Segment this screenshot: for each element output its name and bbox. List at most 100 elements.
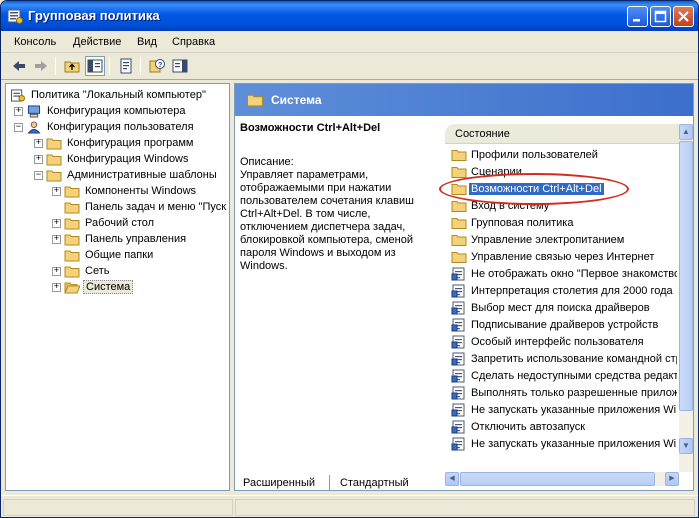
expand-icon[interactable]: + — [52, 234, 61, 244]
list-item[interactable]: Выполнять только разрешенные прилож — [451, 384, 677, 401]
user-icon — [27, 120, 41, 134]
list-item-label: Групповая политика — [471, 216, 574, 229]
list-item[interactable]: Не запускать указанные приложения Wi — [451, 435, 677, 452]
menu-console[interactable]: Консоль — [14, 36, 56, 48]
tree-item-control-panel[interactable]: + Панель управления — [52, 231, 188, 247]
tree-item-label: Конфигурация программ — [67, 137, 194, 149]
view-tabs: Расширенный Стандартный — [234, 475, 694, 493]
list-item[interactable]: Особый интерфейс пользователя — [451, 333, 677, 350]
folder-up-icon — [64, 61, 80, 73]
list-item-label: Особый интерфейс пользователя — [471, 335, 644, 348]
list-item[interactable]: Сделать недоступными средства редакт — [451, 367, 677, 384]
list-item[interactable]: Не запускать указанные приложения Wi — [451, 401, 677, 418]
tree-item-desktop[interactable]: + Рабочий стол — [52, 215, 156, 231]
list-item[interactable]: Выбор мест для поиска драйверов — [451, 299, 677, 316]
tree-item-windows-settings[interactable]: + Конфигурация Windows — [34, 151, 191, 167]
forward-button[interactable] — [31, 56, 51, 76]
svg-text:?: ? — [158, 62, 162, 69]
folder-icon — [451, 251, 467, 263]
close-icon — [678, 11, 689, 22]
tab-standard-label: Стандартный — [340, 477, 409, 489]
expand-icon[interactable]: + — [52, 186, 61, 196]
tree-item-taskbar-start[interactable]: Панель задач и меню "Пуск — [64, 199, 228, 215]
tree-item-software-settings[interactable]: + Конфигурация программ — [34, 135, 195, 151]
expand-icon[interactable]: + — [34, 154, 43, 164]
setting-icon — [451, 386, 465, 399]
expand-icon[interactable]: + — [52, 218, 61, 228]
tree-pane[interactable]: Политика "Локальный компьютер" + Конфигу… — [5, 83, 230, 491]
export-list-icon — [120, 58, 132, 74]
tree-item-shared-folders[interactable]: Общие папки — [64, 247, 155, 263]
folder-open-icon — [64, 282, 80, 293]
tree-item-label: Общие папки — [85, 249, 154, 261]
tree-item-system[interactable]: + Система — [52, 279, 134, 295]
up-level-button[interactable] — [62, 56, 82, 76]
list-item[interactable]: Вход в систему — [451, 197, 677, 214]
help-button[interactable]: ? — [147, 56, 167, 76]
tree-item-local-policy[interactable]: Политика "Локальный компьютер" — [10, 87, 208, 103]
arrow-right-icon — [35, 61, 47, 71]
list-item[interactable]: Групповая политика — [451, 214, 677, 231]
list-item-label: Не отображать окно "Первое знакомство — [471, 267, 677, 280]
scroll-thumb[interactable] — [679, 141, 693, 411]
list-item[interactable]: Сценарии — [451, 163, 677, 180]
menu-view[interactable]: Вид — [137, 36, 157, 48]
setting-icon — [451, 437, 465, 450]
list-item[interactable]: Не отображать окно "Первое знакомство — [451, 265, 677, 282]
list-item[interactable]: Возможности Ctrl+Alt+Del — [451, 180, 677, 197]
tree-item-computer-config[interactable]: + Конфигурация компьютера — [14, 103, 187, 119]
tab-extended[interactable]: Расширенный — [234, 475, 330, 491]
details-header: Система — [235, 84, 693, 116]
expand-icon[interactable]: + — [34, 138, 43, 148]
expand-icon[interactable]: + — [14, 106, 23, 116]
tree-item-user-config[interactable]: − Конфигурация пользователя — [14, 119, 196, 135]
list-item-label: Отключить автозапуск — [471, 420, 586, 433]
tree-item-admin-templates[interactable]: − Административные шаблоны — [34, 167, 219, 183]
folder-icon — [64, 202, 80, 213]
title-bar[interactable]: Групповая политика — [1, 1, 698, 31]
column-header-state[interactable]: Состояние — [445, 124, 679, 144]
expand-icon[interactable]: + — [52, 266, 61, 276]
tab-standard[interactable]: Стандартный — [332, 475, 416, 491]
tree-item-label: Административные шаблоны — [67, 169, 217, 181]
setting-icon — [451, 301, 465, 314]
collapse-icon[interactable]: − — [14, 122, 23, 132]
list-item-label: Профили пользователей — [471, 148, 598, 161]
vertical-scrollbar[interactable]: ▲ ▼ — [679, 124, 693, 472]
menu-action[interactable]: Действие — [73, 36, 121, 48]
settings-list[interactable]: Состояние Профили пользователей Сценарии В… — [445, 124, 693, 472]
computer-icon — [27, 104, 41, 118]
setting-icon — [451, 267, 465, 280]
list-item[interactable]: Управление электропитанием — [451, 231, 677, 248]
expand-icon[interactable]: + — [52, 282, 61, 292]
tree-item-label: Политика "Локальный компьютер" — [31, 89, 206, 101]
column-header-label: Состояние — [455, 128, 510, 140]
list-item[interactable]: Отключить автозапуск — [451, 418, 677, 435]
list-item-label: Возможности Ctrl+Alt+Del — [469, 182, 604, 195]
status-pane-2 — [235, 499, 695, 516]
back-button[interactable] — [9, 56, 29, 76]
list-item[interactable]: Подписывание драйверов устройств — [451, 316, 677, 333]
close-button[interactable] — [673, 6, 694, 27]
toolbar-separator — [55, 57, 56, 75]
folder-icon — [46, 154, 62, 165]
scroll-down-button[interactable]: ▼ — [679, 438, 693, 454]
description-text: Управляет параметрами, отображаемыми при… — [240, 169, 414, 272]
scroll-up-button[interactable]: ▲ — [679, 124, 693, 140]
help-icon: ? — [149, 59, 165, 73]
maximize-button[interactable] — [650, 6, 671, 27]
export-list-button[interactable] — [116, 56, 136, 76]
list-item[interactable]: Интерпретация столетия для 2000 года — [451, 282, 677, 299]
tree-item-label: Конфигурация компьютера — [47, 105, 186, 117]
list-item-label: Выбор мест для поиска драйверов — [471, 301, 650, 314]
tree-item-network[interactable]: + Сеть — [52, 263, 111, 279]
list-item[interactable]: Запретить использование командной стр — [451, 350, 677, 367]
list-item[interactable]: Профили пользователей — [451, 146, 677, 163]
show-hide-action-pane-button[interactable] — [170, 56, 190, 76]
list-item[interactable]: Управление связью через Интернет — [451, 248, 677, 265]
show-tree-button[interactable] — [85, 56, 105, 76]
tree-item-windows-components[interactable]: + Компоненты Windows — [52, 183, 198, 199]
menu-help[interactable]: Справка — [172, 36, 215, 48]
collapse-icon[interactable]: − — [34, 170, 43, 180]
minimize-button[interactable] — [627, 6, 648, 27]
